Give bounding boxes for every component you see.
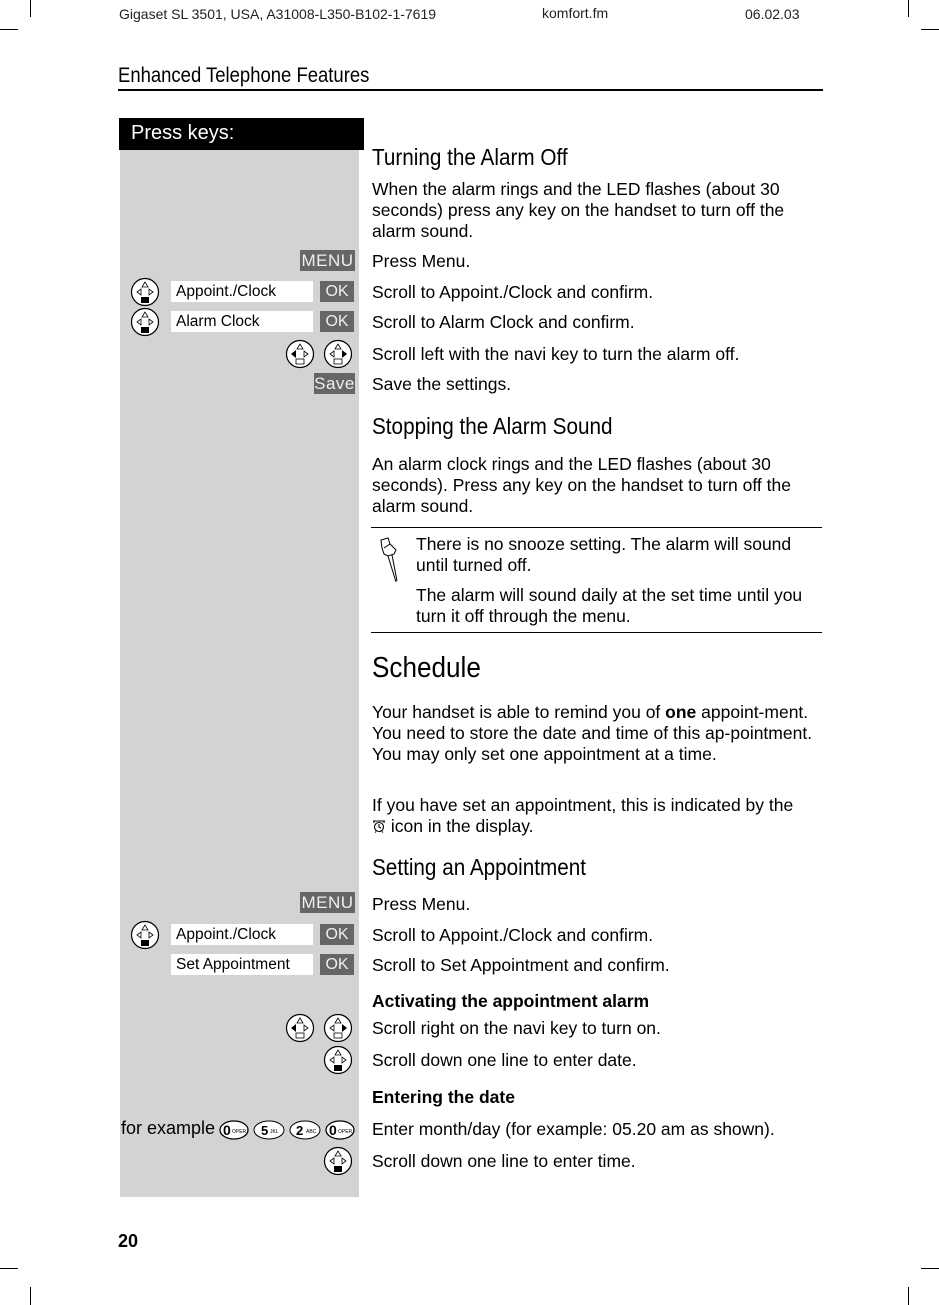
svg-text:OPER: OPER	[232, 1129, 247, 1135]
step-text: Scroll to Set Appointment and confirm.	[372, 955, 670, 975]
crop-mark	[0, 29, 18, 30]
navi-down-icon[interactable]	[323, 1045, 353, 1075]
section-title: Enhanced Telephone Features	[118, 64, 370, 87]
crop-mark	[0, 1268, 18, 1269]
navi-left-icon[interactable]	[285, 339, 315, 369]
crop-mark	[908, 1287, 909, 1305]
crop-mark	[921, 29, 939, 30]
doc-id: Gigaset SL 3501, USA, A31008-L350-B102-1…	[119, 6, 437, 22]
navi-down-icon[interactable]	[130, 307, 160, 337]
for-example-label: for example	[121, 1118, 216, 1138]
svg-text:5: 5	[261, 1123, 268, 1138]
alarm-clock-icon	[373, 820, 385, 833]
svg-text:OPER: OPER	[338, 1129, 353, 1135]
navi-left-icon[interactable]	[285, 1013, 315, 1043]
step-text: Press Menu.	[372, 894, 471, 914]
step-text: Scroll left with the navi key to turn th…	[372, 344, 740, 364]
step-text: Scroll down one line to enter date.	[372, 1050, 637, 1070]
svg-text:ABC: ABC	[306, 1129, 317, 1135]
note-top-rule	[371, 527, 822, 528]
key-2-icon[interactable]: 2 ABC	[289, 1120, 321, 1140]
menu-item-appoint-clock[interactable]: Appoint./Clock	[171, 281, 313, 302]
svg-text:0: 0	[223, 1122, 231, 1138]
step-text: Scroll to Alarm Clock and confirm.	[372, 312, 635, 332]
ok-softkey[interactable]: OK	[320, 311, 354, 332]
menu-item-set-appointment[interactable]: Set Appointment	[171, 954, 313, 975]
ok-softkey[interactable]: OK	[320, 924, 354, 945]
key-0-icon[interactable]: 0 OPER	[219, 1120, 249, 1140]
menu-item-alarm-clock[interactable]: Alarm Clock	[171, 311, 313, 332]
schedule-paragraph-2: If you have set an appointment, this is …	[372, 795, 822, 837]
menu-item-appoint-clock[interactable]: Appoint./Clock	[171, 924, 313, 945]
doc-file: komfort.fm	[542, 5, 609, 21]
crop-mark	[30, 1287, 31, 1305]
key-5-icon[interactable]: 5 JKL	[253, 1120, 285, 1140]
step-text: Scroll down one line to enter time.	[372, 1151, 636, 1171]
display-field-name: month/day	[418, 1119, 501, 1139]
heading-schedule: Schedule	[372, 652, 481, 684]
step-text: Scroll to Appoint./Clock and confirm.	[372, 925, 654, 945]
step-text: Press Menu.	[372, 251, 471, 271]
ok-softkey[interactable]: OK	[320, 954, 354, 975]
crop-mark	[30, 0, 31, 17]
turning-alarm-off-intro: When the alarm rings and the LED flashes…	[372, 179, 785, 241]
note-text-2: The alarm will sound daily at the set ti…	[416, 585, 803, 626]
navi-down-icon[interactable]	[130, 920, 160, 950]
section-rule	[118, 89, 823, 91]
note-bottom-rule	[371, 632, 822, 633]
navi-right-icon[interactable]	[323, 1013, 353, 1043]
crop-mark	[921, 1268, 939, 1269]
page-number: 20	[118, 1231, 139, 1251]
stopping-alarm-body: An alarm clock rings and the LED flashes…	[372, 454, 791, 516]
heading-setting-appointment: Setting an Appointment	[372, 854, 587, 880]
text: If you have set an appointment, this is …	[372, 795, 794, 815]
heading-activating-alarm: Activating the appointment alarm	[372, 991, 650, 1011]
digit-keys: 0 OPER 5 JKL 2 ABC 0 OPER	[219, 1120, 355, 1140]
keys-column-header: Press keys:	[119, 118, 364, 150]
step-text: Enter month/day (for example: 05.20 am a…	[372, 1119, 775, 1140]
schedule-paragraph-1: Your handset is able to remind you of on…	[372, 702, 822, 765]
ok-softkey[interactable]: OK	[320, 281, 354, 302]
svg-text:0: 0	[329, 1122, 337, 1138]
emphasis: one	[665, 702, 697, 722]
navi-right-icon[interactable]	[323, 339, 353, 369]
doc-date: 06.02.03	[745, 6, 800, 22]
heading-stopping-alarm: Stopping the Alarm Sound	[372, 413, 613, 439]
heading-turning-alarm-off: Turning the Alarm Off	[372, 144, 568, 170]
text: (for example: 05.20 am as shown).	[500, 1119, 775, 1139]
menu-softkey[interactable]: MENU	[300, 892, 355, 913]
menu-softkey[interactable]: MENU	[300, 250, 355, 271]
step-text: Scroll right on the navi key to turn on.	[372, 1018, 661, 1038]
text: Your handset is able to remind you of	[372, 702, 666, 722]
navi-down-icon[interactable]	[130, 277, 160, 307]
key-0-icon[interactable]: 0 OPER	[325, 1120, 355, 1140]
text: icon in the display.	[386, 816, 534, 836]
save-softkey[interactable]: Save	[314, 373, 355, 394]
heading-entering-date: Entering the date	[372, 1087, 515, 1107]
note-text-1: There is no snooze setting. The alarm wi…	[416, 534, 792, 575]
crop-mark	[908, 0, 909, 17]
step-text: Save the settings.	[372, 374, 512, 394]
pushpin-note-icon	[380, 537, 398, 583]
navi-down-icon[interactable]	[323, 1146, 353, 1176]
text: Enter	[372, 1119, 419, 1139]
svg-text:2: 2	[296, 1123, 303, 1138]
svg-text:JKL: JKL	[270, 1129, 279, 1135]
step-text: Scroll to Appoint./Clock and confirm.	[372, 282, 654, 302]
